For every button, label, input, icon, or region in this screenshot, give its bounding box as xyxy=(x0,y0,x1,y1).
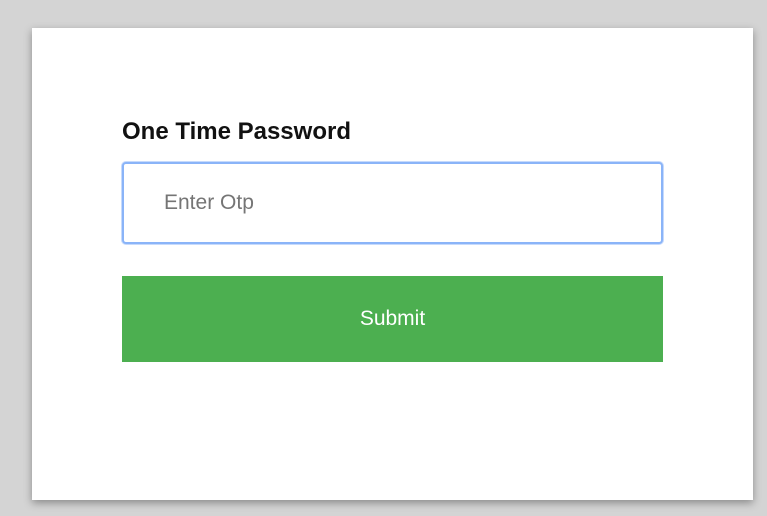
otp-form: One Time Password Submit xyxy=(122,118,663,362)
submit-button[interactable]: Submit xyxy=(122,276,663,362)
page-title: One Time Password xyxy=(122,118,351,145)
otp-input[interactable] xyxy=(122,162,663,244)
otp-card: One Time Password Submit xyxy=(32,28,753,500)
